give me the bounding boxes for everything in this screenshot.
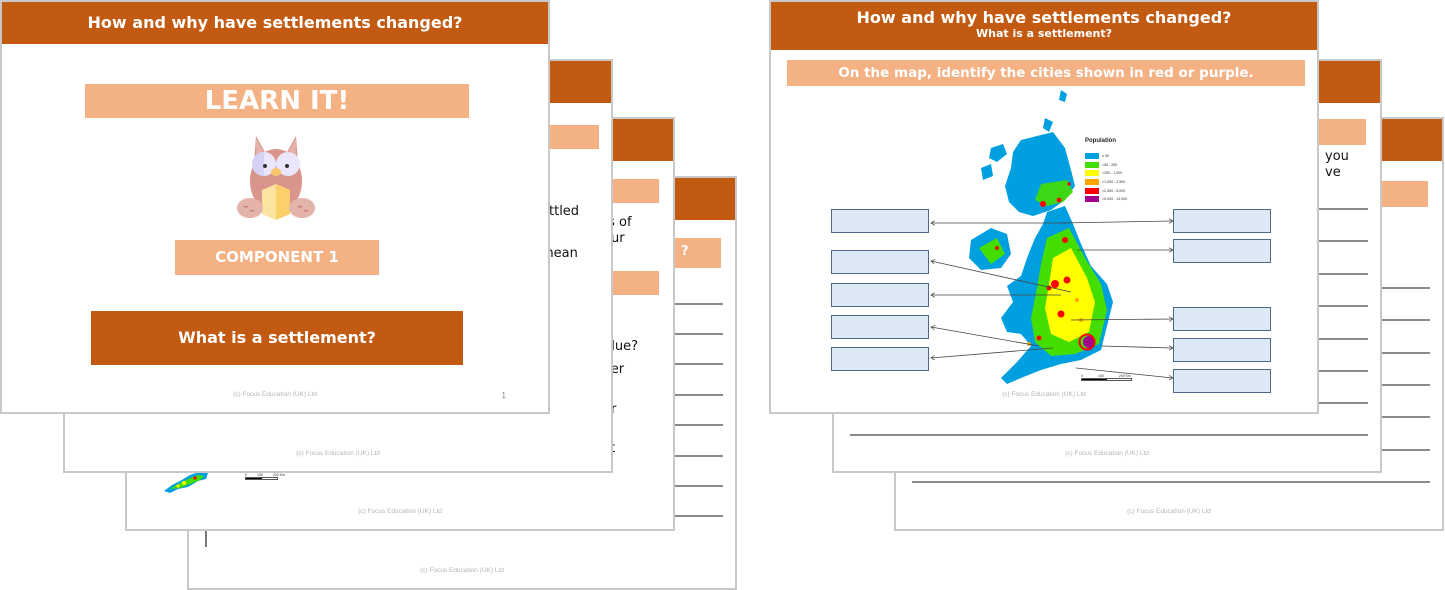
learn-it-banner: LEARN IT! bbox=[85, 84, 469, 118]
answer-box-left-5[interactable] bbox=[831, 347, 929, 371]
scale-label: 0 bbox=[1081, 374, 1083, 378]
text-fragment: ve bbox=[1325, 165, 1341, 180]
uk-population-map bbox=[969, 90, 1113, 384]
scale-label: 200 Km bbox=[272, 473, 285, 477]
topic-button[interactable]: What is a settlement? bbox=[91, 311, 463, 365]
slide-footer: (c) Focus Education (UK) Ltd bbox=[1127, 508, 1211, 515]
answer-box-left-1[interactable] bbox=[831, 209, 929, 233]
page-number: 1 bbox=[501, 391, 506, 400]
scale-label: 100 bbox=[1097, 374, 1104, 378]
component-badge: COMPONENT 1 bbox=[175, 240, 379, 275]
slide-footer: (c) Focus Education (UK) Ltd bbox=[233, 391, 317, 398]
answer-box-right-4[interactable] bbox=[1173, 338, 1271, 362]
answer-box-right-5[interactable] bbox=[1173, 369, 1271, 393]
slide-header: How and why have settlements changed? Wh… bbox=[771, 2, 1317, 50]
answer-box-right-1[interactable] bbox=[1173, 209, 1271, 233]
map-scale-bar: 0 100 200 Km bbox=[1081, 374, 1132, 381]
text-fragment: ? bbox=[681, 244, 689, 259]
legend-item: >1,000 - 2,500 bbox=[1085, 178, 1127, 187]
answer-line bbox=[850, 434, 1368, 436]
slide-footer: (c) Focus Education (UK) Ltd bbox=[296, 450, 380, 457]
legend-item: >50 - 250 bbox=[1085, 161, 1127, 170]
legend-item: ≤ 50 bbox=[1085, 152, 1127, 161]
answer-box-right-3[interactable] bbox=[1173, 307, 1271, 331]
slide-header: How and why have settlements changed? bbox=[2, 2, 548, 44]
text-cursor-mark bbox=[205, 531, 207, 547]
slide-footer: (c) Focus Education (UK) Ltd bbox=[1002, 391, 1086, 398]
map-scale-bar: 0 100 200 Km bbox=[245, 473, 285, 480]
legend-title: Population bbox=[1085, 138, 1116, 144]
scale-label: 200 Km bbox=[1118, 374, 1131, 378]
slide-footer: (c) Focus Education (UK) Ltd bbox=[1065, 450, 1149, 457]
answer-box-left-4[interactable] bbox=[831, 315, 929, 339]
owl-reading-book-icon bbox=[237, 136, 315, 220]
answer-box-left-3[interactable] bbox=[831, 283, 929, 307]
answer-box-left-2[interactable] bbox=[831, 250, 929, 274]
legend-item: >250 - 1,000 bbox=[1085, 169, 1127, 178]
slide-right-1-map[interactable]: How and why have settlements changed? Wh… bbox=[769, 0, 1319, 414]
scale-label: 0 bbox=[245, 473, 247, 477]
scale-label: 100 bbox=[256, 473, 263, 477]
slide-footer: (c) Focus Education (UK) Ltd bbox=[358, 508, 442, 515]
text-fragment: you bbox=[1325, 149, 1349, 164]
legend-item: >5,000 - 13,000 bbox=[1085, 195, 1127, 204]
answer-line bbox=[912, 481, 1430, 483]
slide-title: How and why have settlements changed? bbox=[87, 13, 463, 32]
legend-item: >2,500 - 5,000 bbox=[1085, 186, 1127, 195]
slide-footer: (c) Focus Education (UK) Ltd bbox=[420, 567, 504, 574]
map-legend: Population ≤ 50 >50 - 250 >250 - 1,000 >… bbox=[1085, 138, 1127, 204]
slide-left-1-title[interactable]: How and why have settlements changed? LE… bbox=[0, 0, 550, 414]
slide-subtitle: What is a settlement? bbox=[975, 27, 1113, 40]
answer-box-right-2[interactable] bbox=[1173, 239, 1271, 263]
slide-title: How and why have settlements changed? bbox=[856, 8, 1232, 27]
instruction-banner: On the map, identify the cities shown in… bbox=[787, 60, 1305, 86]
